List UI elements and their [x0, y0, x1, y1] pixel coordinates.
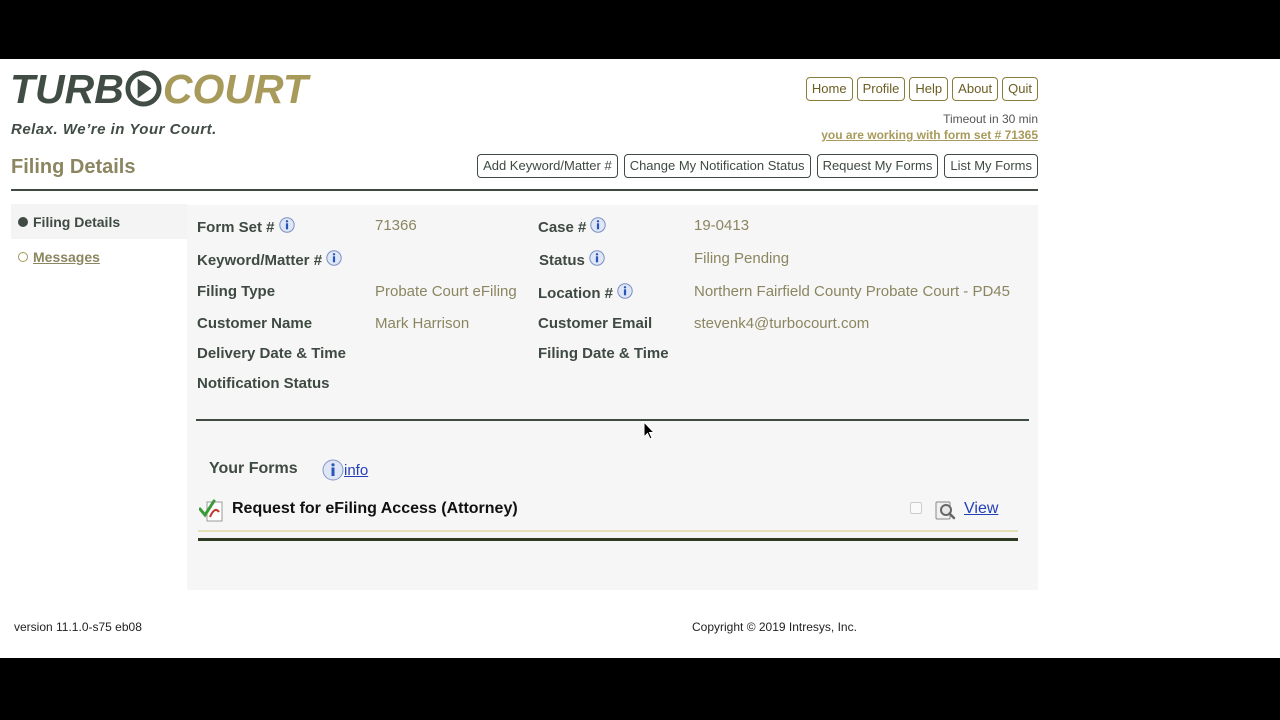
details-divider — [196, 419, 1029, 421]
filing-details-panel: Form Set # 71366 Case # 19-0413 Keyword/… — [187, 205, 1038, 590]
filing-datetime-label: Filing Date & Time — [538, 345, 669, 362]
form-select-checkbox[interactable] — [910, 502, 922, 514]
location-value: Northern Fairfield County Probate Court … — [694, 283, 1010, 300]
copyright-text: Copyright © 2019 Intresys, Inc. — [692, 620, 857, 634]
top-navigation: Home Profile Help About Quit — [805, 77, 1038, 101]
list-forms-button[interactable]: List My Forms — [944, 154, 1038, 178]
page: TURB COURT Relax. We’re in Your Court. Ho… — [0, 59, 1280, 658]
customer-email-label: Customer Email — [538, 315, 653, 332]
menu-item-label: Filing Details — [33, 213, 121, 230]
session-timeout: Timeout in 30 min — [943, 112, 1038, 126]
view-magnifier-icon[interactable] — [934, 499, 956, 521]
messages-link[interactable]: Messages — [33, 249, 100, 265]
location-label: Location # — [538, 283, 633, 302]
info-icon[interactable] — [326, 250, 342, 266]
left-menu: Filing Details Messages — [11, 204, 187, 274]
notification-status-label: Notification Status — [197, 375, 330, 392]
view-form-link[interactable]: View — [964, 500, 998, 518]
customer-name-label: Customer Name — [197, 315, 313, 332]
mouse-cursor-icon — [643, 421, 655, 440]
info-icon[interactable] — [617, 283, 633, 299]
home-button[interactable]: Home — [805, 77, 853, 101]
your-forms-info[interactable]: info — [322, 459, 368, 481]
your-forms-title: Your Forms — [209, 460, 298, 477]
current-formset-link[interactable]: you are working with form set # 71365 — [821, 128, 1038, 142]
profile-button[interactable]: Profile — [856, 77, 906, 101]
version-text: version 11.1.0-s75 eb08 — [14, 620, 142, 634]
turbocourt-logo[interactable]: TURB COURT Relax. We’re in Your Court. — [10, 66, 350, 139]
form-set-value: 71366 — [375, 217, 417, 234]
logo-arrow-icon — [125, 70, 162, 107]
info-link[interactable]: info — [344, 462, 368, 479]
about-button[interactable]: About — [952, 77, 999, 101]
filing-type-label: Filing Type — [197, 283, 276, 300]
change-notification-button[interactable]: Change My Notification Status — [623, 154, 811, 178]
filled-bullet-icon — [18, 216, 28, 227]
info-icon[interactable] — [590, 217, 607, 233]
info-icon[interactable] — [278, 217, 295, 233]
page-title: Filing Details — [11, 156, 136, 178]
keyword-label: Keyword/Matter # — [197, 250, 342, 269]
form-separator-light — [198, 530, 1018, 532]
customer-name-value: Mark Harrison — [375, 315, 470, 332]
info-icon[interactable] — [589, 250, 605, 266]
logo-tagline: Relax. We’re in Your Court. — [11, 121, 217, 138]
request-forms-button[interactable]: Request My Forms — [816, 154, 939, 178]
filing-type-value: Probate Court eFiling — [375, 283, 517, 300]
menu-item-messages[interactable]: Messages — [11, 239, 187, 274]
add-keyword-button[interactable]: Add Keyword/Matter # — [477, 154, 618, 178]
status-value: Filing Pending — [694, 250, 790, 267]
info-icon[interactable] — [322, 459, 344, 481]
quit-button[interactable]: Quit — [1002, 77, 1038, 101]
help-button[interactable]: Help — [909, 77, 949, 101]
case-label: Case # — [538, 217, 607, 236]
delivery-datetime-label: Delivery Date & Time — [197, 345, 346, 362]
action-bar: Add Keyword/Matter # Change My Notificat… — [477, 154, 1038, 178]
logo-wordmark: TURB COURT — [10, 66, 308, 112]
form-set-label: Form Set # — [197, 217, 295, 236]
case-value: 19-0413 — [694, 217, 750, 234]
pdf-check-icon — [199, 499, 223, 522]
customer-email-value: stevenk4@turbocourt.com — [694, 315, 870, 332]
logo-turb-text: TURB — [10, 66, 124, 112]
status-label: Status — [539, 250, 605, 269]
logo-court-text: COURT — [162, 66, 308, 112]
form-name: Request for eFiling Access (Attorney) — [232, 500, 518, 517]
form-separator-dark — [198, 538, 1018, 541]
header-divider — [11, 189, 1038, 191]
menu-item-filing-details[interactable]: Filing Details — [11, 204, 187, 239]
empty-bullet-icon — [18, 251, 28, 262]
